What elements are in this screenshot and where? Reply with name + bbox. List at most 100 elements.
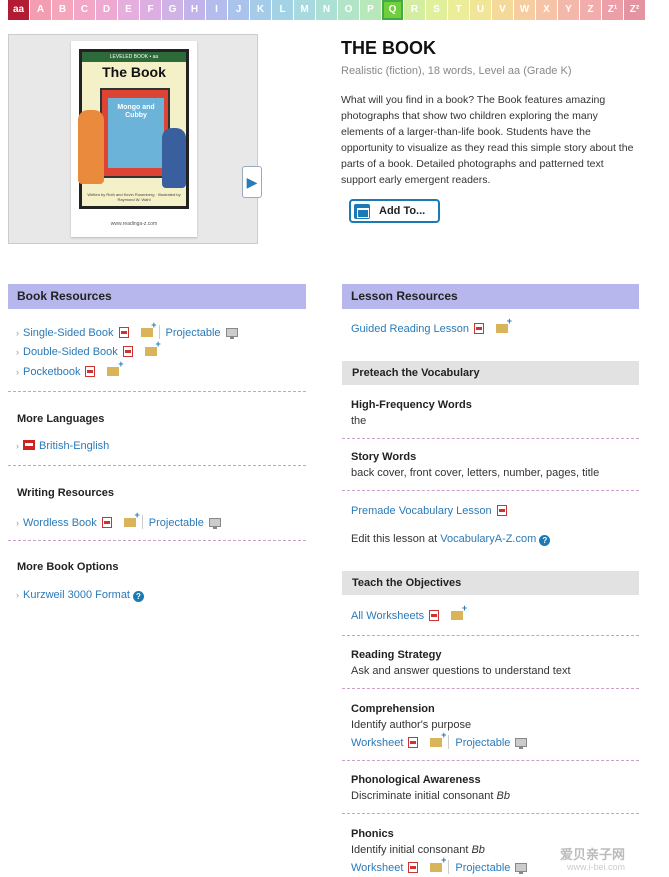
add-to-folder-icon[interactable]	[451, 603, 467, 620]
level-tab-i[interactable]: I	[206, 0, 227, 20]
level-tab-x[interactable]: X	[536, 0, 557, 20]
level-tab-g[interactable]: G	[162, 0, 183, 20]
add-to-folder-icon[interactable]	[496, 316, 512, 333]
double-sided-book-link[interactable]: Double-Sided Book	[23, 346, 118, 358]
guided-reading-lesson-link[interactable]: Guided Reading Lesson	[351, 323, 469, 335]
level-tab-k[interactable]: K	[250, 0, 271, 20]
level-tab-y[interactable]: Y	[558, 0, 579, 20]
more-book-options-heading: More Book Options	[17, 561, 119, 573]
level-tab-a[interactable]: A	[30, 0, 51, 20]
divider	[141, 515, 143, 529]
add-to-folder-icon[interactable]	[430, 855, 446, 872]
level-tab-s[interactable]: S	[426, 0, 447, 20]
phonics-value: Identify initial consonant Bb	[351, 844, 485, 856]
all-worksheets-row: All Worksheets	[351, 603, 467, 622]
pdf-icon[interactable]	[118, 327, 129, 338]
cover-child-right	[162, 128, 186, 188]
divider	[342, 760, 639, 761]
divider	[342, 490, 639, 491]
divider	[8, 391, 306, 392]
level-tab-t[interactable]: T	[448, 0, 469, 20]
all-worksheets-link[interactable]: All Worksheets	[351, 610, 424, 622]
add-to-folder-icon[interactable]	[123, 510, 140, 527]
pdf-icon[interactable]	[408, 737, 419, 748]
level-tab-d[interactable]: D	[96, 0, 117, 20]
add-to-folder-icon[interactable]	[144, 339, 161, 356]
wordless-book-link[interactable]: Wordless Book	[23, 517, 97, 529]
premade-vocabulary-row: Premade Vocabulary Lesson	[351, 505, 507, 517]
level-tab-z[interactable]: Z	[580, 0, 601, 20]
level-tab-f[interactable]: F	[140, 0, 161, 20]
level-tab-r[interactable]: R	[404, 0, 425, 20]
worksheet-link[interactable]: Worksheet	[351, 737, 403, 749]
level-tab-j[interactable]: J	[228, 0, 249, 20]
level-tab-aa[interactable]: aa	[8, 0, 29, 20]
cover-inner-title: Mongo and Cubby	[117, 104, 155, 119]
worksheet-link[interactable]: Worksheet	[351, 862, 403, 874]
level-tab-z²[interactable]: Z²	[624, 0, 645, 20]
book-title: THE BOOK	[341, 38, 437, 58]
level-tab-n[interactable]: N	[316, 0, 337, 20]
cover-url: www.readinga-z.com	[110, 221, 158, 227]
level-tab-m[interactable]: M	[294, 0, 315, 20]
teach-objectives-heading: Teach the Objectives	[342, 571, 639, 595]
projectable-link[interactable]: Projectable	[455, 862, 510, 874]
help-icon[interactable]: ?	[133, 591, 144, 602]
divider	[448, 735, 450, 749]
level-tab-e[interactable]: E	[118, 0, 139, 20]
add-to-folder-icon[interactable]	[140, 320, 157, 337]
add-to-folder-icon[interactable]	[430, 730, 446, 747]
add-to-folder-icon[interactable]	[107, 359, 123, 376]
single-sided-row: › Single-Sided Book Projectable	[16, 320, 238, 339]
level-tab-u[interactable]: U	[470, 0, 491, 20]
lesson-resources-heading: Lesson Resources	[342, 284, 639, 309]
premade-vocabulary-lesson-link[interactable]: Premade Vocabulary Lesson	[351, 505, 492, 517]
pdf-icon[interactable]	[122, 346, 133, 357]
cover-inner-book: Mongo and Cubby	[100, 88, 170, 178]
projectable-link[interactable]: Projectable	[166, 327, 221, 339]
level-tab-h[interactable]: H	[184, 0, 205, 20]
help-icon[interactable]: ?	[539, 535, 551, 546]
phonological-awareness-value: Discriminate initial consonant Bb	[351, 790, 510, 802]
projector-icon[interactable]	[225, 328, 238, 339]
high-frequency-words-heading: High-Frequency Words	[351, 399, 472, 411]
projectable-link[interactable]: Projectable	[149, 517, 204, 529]
level-tab-b[interactable]: B	[52, 0, 73, 20]
projector-icon[interactable]	[208, 518, 221, 529]
level-tab-p[interactable]: P	[360, 0, 381, 20]
add-to-button[interactable]: Add To...	[349, 199, 440, 223]
pdf-icon[interactable]	[429, 610, 440, 621]
edit-lesson-text: Edit this lesson at	[351, 533, 441, 545]
kurzweil-link[interactable]: Kurzweil 3000 Format	[23, 589, 130, 601]
book-cover-image[interactable]: LEVELED BOOK • aa The Book Mongo and Cub…	[71, 41, 197, 237]
british-english-link[interactable]: British-English	[39, 440, 109, 452]
phonological-letter: Bb	[496, 790, 510, 802]
level-tab-l[interactable]: L	[272, 0, 293, 20]
vocabulary-az-link[interactable]: VocabularyA-Z.com	[440, 533, 536, 545]
single-sided-book-link[interactable]: Single-Sided Book	[23, 327, 114, 339]
pocketbook-link[interactable]: Pocketbook	[23, 366, 80, 378]
level-tab-c[interactable]: C	[74, 0, 95, 20]
pdf-icon[interactable]	[85, 366, 96, 377]
projector-icon[interactable]	[515, 863, 528, 874]
next-arrow-button[interactable]: ▶	[242, 166, 262, 198]
book-meta: Realistic (fiction), 18 words, Level aa …	[341, 65, 572, 77]
projector-icon[interactable]	[515, 738, 528, 749]
pdf-icon[interactable]	[474, 323, 485, 334]
projectable-link[interactable]: Projectable	[455, 737, 510, 749]
bullet-icon: ›	[16, 328, 19, 338]
pdf-icon[interactable]	[408, 862, 419, 873]
pdf-icon[interactable]	[101, 517, 112, 528]
level-tab-z¹[interactable]: Z¹	[602, 0, 623, 20]
cover-credit: Written by Ruth and Kevin Rosenberg · Il…	[87, 192, 181, 202]
phonics-text: Identify initial consonant	[351, 844, 472, 856]
guided-reading-row: Guided Reading Lesson	[351, 316, 512, 335]
level-tab-v[interactable]: V	[492, 0, 513, 20]
level-tab-q[interactable]: Q	[382, 0, 403, 20]
level-tab-o[interactable]: O	[338, 0, 359, 20]
cover-frame: LEVELED BOOK • aa The Book Mongo and Cub…	[78, 49, 189, 209]
level-tab-w[interactable]: W	[514, 0, 535, 20]
pdf-icon[interactable]	[496, 505, 507, 516]
story-words-value: back cover, front cover, letters, number…	[351, 467, 600, 479]
bullet-icon: ›	[16, 590, 19, 600]
